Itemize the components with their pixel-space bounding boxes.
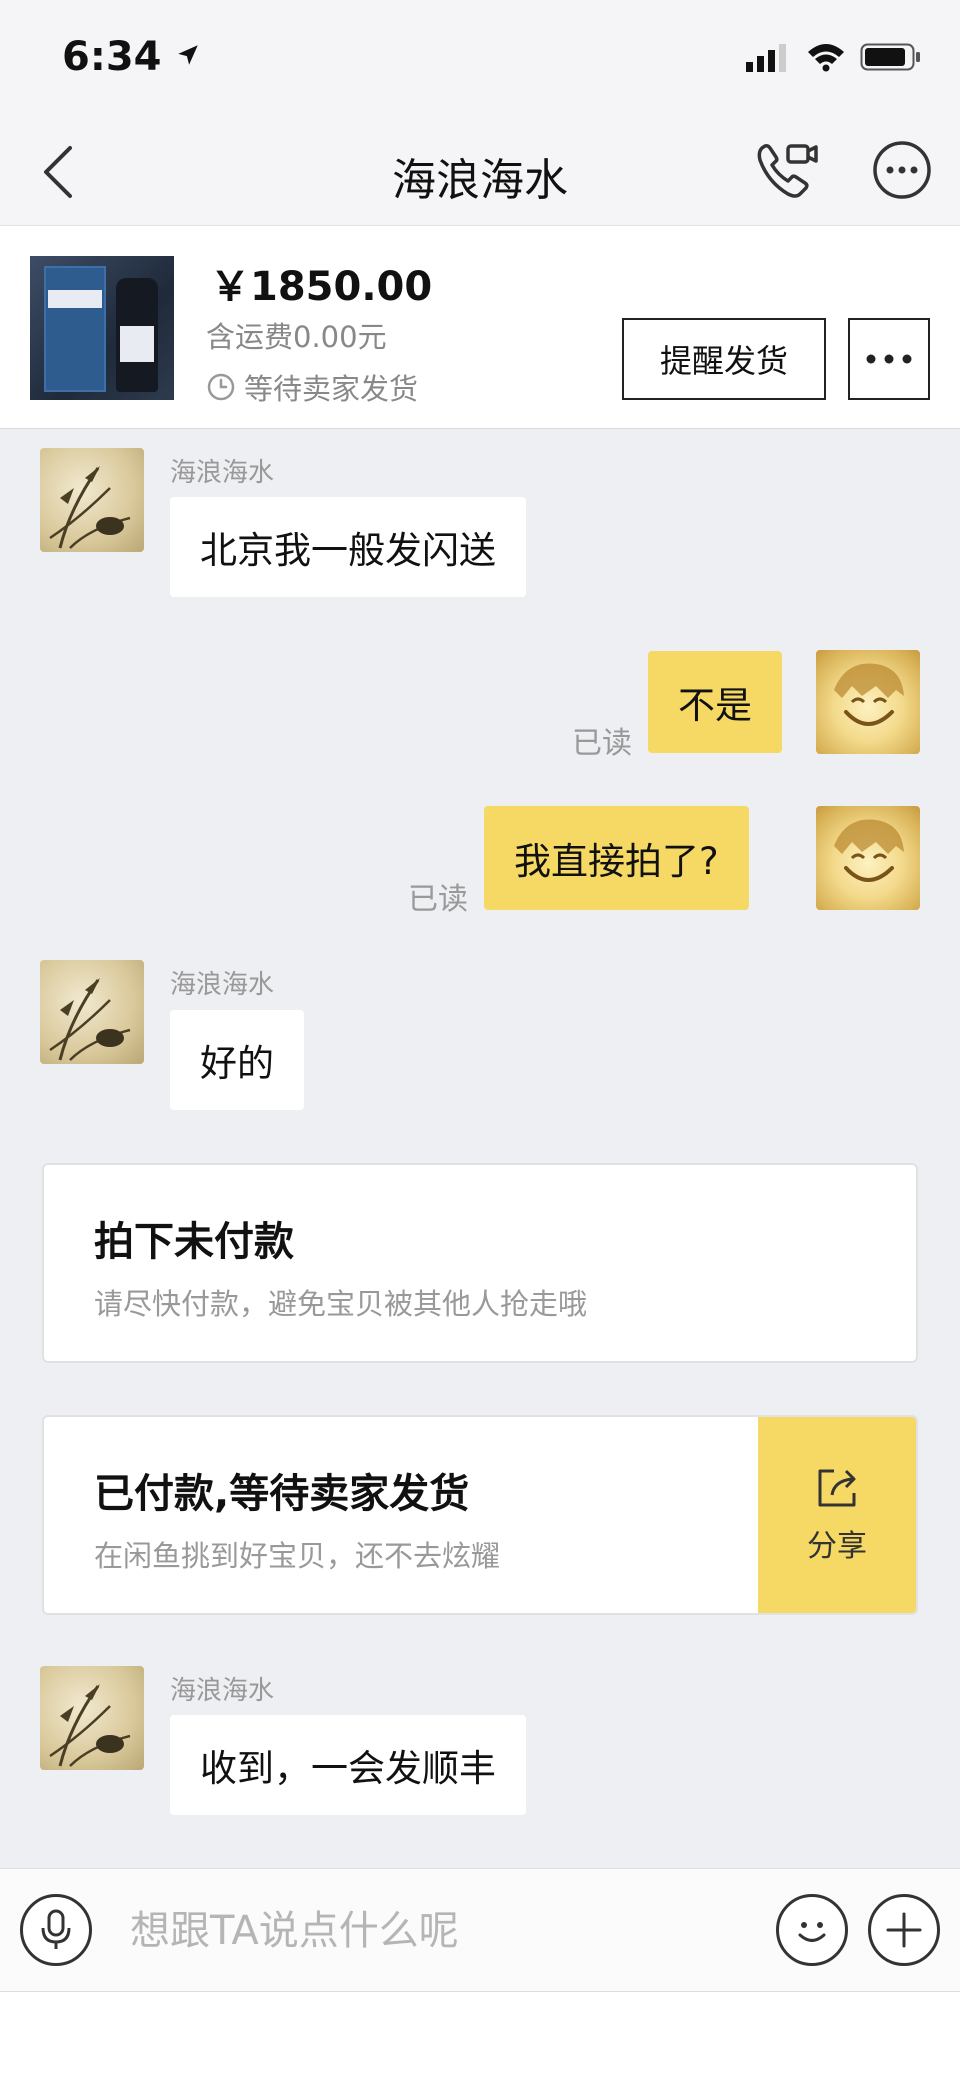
message-bubble-mine[interactable]: 我直接拍了? xyxy=(484,806,749,910)
message-input[interactable] xyxy=(130,1899,730,1963)
status-bar: 6:34 xyxy=(0,0,960,118)
product-box-label xyxy=(48,290,102,308)
share-icon xyxy=(818,1469,856,1507)
emoji-button[interactable] xyxy=(776,1894,848,1966)
avatar-me[interactable] xyxy=(816,806,920,910)
sender-name: 海浪海水 xyxy=(170,970,275,1000)
read-receipt: 已读 xyxy=(572,726,632,761)
order-price: ￥1850.00 xyxy=(210,264,433,310)
signal-icon xyxy=(746,44,786,72)
system-card-desc: 请尽快付款，避免宝贝被其他人抢走哦 xyxy=(94,1287,588,1321)
read-receipt: 已读 xyxy=(408,882,468,917)
plus-button[interactable] xyxy=(868,1894,940,1966)
share-button[interactable]: 分享 xyxy=(758,1417,916,1613)
orchid-avatar-image xyxy=(49,978,131,1061)
system-card-paid[interactable]: 已付款,等待卖家发货 在闲鱼挑到好宝贝，还不去炫耀 分享 xyxy=(42,1415,918,1615)
message-text: 不是 xyxy=(678,684,752,727)
order-card[interactable]: ￥1850.00 含运费0.00元 等待卖家发货 提醒发货 xyxy=(0,226,960,429)
message-bubble[interactable]: 好的 xyxy=(170,1010,304,1110)
remind-ship-button[interactable]: 提醒发货 xyxy=(622,318,826,400)
orchid-avatar-image xyxy=(49,1684,131,1767)
battery-icon xyxy=(860,43,920,71)
input-bar xyxy=(0,1868,960,1992)
order-status: 等待卖家发货 xyxy=(206,366,418,408)
cartoon-avatar-image xyxy=(834,819,904,882)
avatar-seller[interactable] xyxy=(40,960,144,1064)
message-text: 北京我一般发闪送 xyxy=(200,529,496,572)
system-card-title: 拍下未付款 xyxy=(94,1219,294,1265)
system-card-unpaid[interactable]: 拍下未付款 请尽快付款，避免宝贝被其他人抢走哦 xyxy=(42,1163,918,1363)
cartoon-avatar-image xyxy=(834,663,904,726)
status-icons xyxy=(746,42,922,72)
sender-name: 海浪海水 xyxy=(170,458,275,488)
microphone-icon xyxy=(41,1909,71,1949)
sender-name: 海浪海水 xyxy=(170,1676,275,1706)
clock-icon xyxy=(207,373,235,401)
location-arrow-icon xyxy=(178,45,199,65)
system-card-title: 已付款,等待卖家发货 xyxy=(94,1471,470,1517)
message-bubble[interactable]: 收到，一会发顺丰 xyxy=(170,1715,526,1815)
ellipsis-icon xyxy=(866,354,912,364)
product-box-shape xyxy=(44,266,106,392)
status-time: 6:34 xyxy=(62,34,201,80)
system-card-desc: 在闲鱼挑到好宝贝，还不去炫耀 xyxy=(94,1539,501,1573)
avatar-seller[interactable] xyxy=(40,448,144,552)
more-icon[interactable] xyxy=(872,140,932,200)
order-status-text: 等待卖家发货 xyxy=(244,372,419,406)
message-bubble-mine[interactable]: 不是 xyxy=(648,651,782,753)
avatar-me[interactable] xyxy=(816,650,920,754)
emoji-icon xyxy=(798,1922,826,1942)
avatar-seller[interactable] xyxy=(40,1666,144,1770)
share-label: 分享 xyxy=(807,1529,867,1564)
phone-video-icon[interactable] xyxy=(754,138,820,204)
orchid-avatar-image xyxy=(49,466,131,549)
nav-bar: 海浪海水 xyxy=(0,118,960,226)
plus-icon xyxy=(886,1912,922,1948)
product-bottle-label xyxy=(120,326,154,362)
message-text: 好的 xyxy=(200,1042,274,1085)
message-text: 收到，一会发顺丰 xyxy=(200,1747,496,1790)
time-text: 6:34 xyxy=(62,34,162,80)
product-thumbnail[interactable] xyxy=(30,256,174,400)
wifi-icon xyxy=(808,44,844,72)
message-text: 我直接拍了? xyxy=(514,840,719,883)
message-bubble[interactable]: 北京我一般发闪送 xyxy=(170,497,526,597)
order-shipping: 含运费0.00元 xyxy=(206,320,387,354)
voice-button[interactable] xyxy=(20,1894,92,1966)
order-more-button[interactable] xyxy=(848,318,930,400)
home-indicator-area xyxy=(0,1992,960,2078)
